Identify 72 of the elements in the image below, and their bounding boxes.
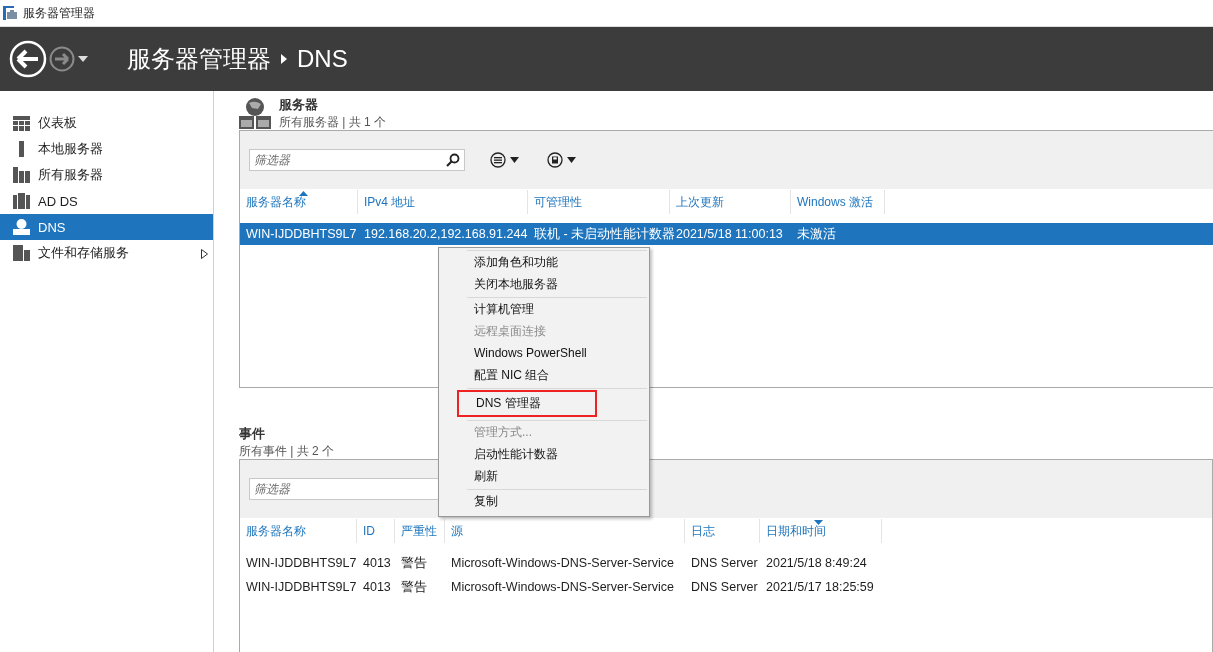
column-header[interactable]: 日期和时间: [760, 519, 882, 543]
table-cell-text: 2021/5/17 18:25:59: [765, 580, 875, 594]
window-title: 服务器管理器: [23, 4, 95, 22]
breadcrumb-item: DNS: [297, 45, 348, 73]
column-header[interactable]: 源: [445, 519, 685, 543]
table-cell-text: 2021/5/18 8:49:24: [765, 556, 868, 570]
sidebar-item[interactable]: DNS: [0, 214, 213, 240]
column-header[interactable]: 上次更新: [670, 190, 791, 214]
server-role-icon: [13, 219, 30, 235]
section-subtitle: 所有事件 | 共 2 个: [239, 443, 335, 460]
table-cell-text: 警告: [400, 578, 428, 596]
history-dropdown-icon[interactable]: [77, 55, 89, 63]
sort-arrow-icon: [298, 191, 308, 196]
table-cell-text: WIN-IJDDBHTS9L7: [245, 556, 357, 570]
back-button[interactable]: [9, 40, 47, 78]
table-cell-text: DNS Server: [690, 580, 759, 594]
column-header[interactable]: 服务器名称: [240, 519, 357, 543]
sidebar-item[interactable]: 文件和存储服务: [0, 240, 213, 266]
caret-icon: [567, 157, 576, 163]
table-cell-text: 2021/5/18 11:00:13: [675, 227, 784, 241]
table-cell-text: DNS Server: [690, 556, 759, 570]
column-header[interactable]: 可管理性: [528, 190, 670, 214]
section-subtitle: 所有服务器 | 共 1 个: [279, 114, 387, 131]
sidebar-item[interactable]: 所有服务器: [0, 162, 213, 188]
menu-item[interactable]: 刷新: [465, 466, 645, 486]
menu-item[interactable]: DNS 管理器: [457, 390, 597, 417]
sort-arrow-icon: [814, 520, 824, 525]
menu-item[interactable]: 复制: [465, 491, 645, 511]
table-cell-text: 4013: [362, 580, 392, 594]
table-cell-text: Microsoft-Windows-DNS-Server-Service: [450, 580, 675, 594]
column-header[interactable]: ID: [357, 519, 395, 543]
expand-arrow-icon[interactable]: [201, 249, 208, 259]
save-query-button[interactable]: [544, 149, 579, 171]
column-header[interactable]: Windows 激活: [791, 190, 885, 214]
table-cell-text: WIN-IJDDBHTS9L7: [245, 227, 358, 241]
breadcrumb-item: 服务器管理器: [127, 44, 271, 74]
table-cell-text: WIN-IJDDBHTS9L7: [245, 580, 357, 594]
table-row[interactable]: WIN-IJDDBHTS9L7 4013 警告 Microsoft-Windows-DNS-Server-Service DNS Server 2021/5/17 18:25:59: [240, 576, 1212, 598]
column-header[interactable]: 服务器名称: [240, 190, 358, 214]
filter-field[interactable]: 筛选器: [249, 149, 465, 171]
section-title: 事件: [239, 426, 266, 443]
sidebar-item[interactable]: AD DS: [0, 188, 213, 214]
list-view-button[interactable]: [487, 149, 522, 171]
menu-item[interactable]: Windows PowerShell: [465, 343, 645, 363]
sidebar-item[interactable]: 本地服务器: [0, 136, 213, 162]
menu-item[interactable]: 启动性能计数器: [465, 444, 645, 464]
column-header[interactable]: 严重性: [395, 519, 445, 543]
table-row[interactable]: WIN-IJDDBHTS9L7 4013 警告 Microsoft-Windows-DNS-Server-Service DNS Server 2021/5/18 8:49:24: [240, 552, 1212, 574]
table-cell-text: Microsoft-Windows-DNS-Server-Service: [450, 556, 675, 570]
list-icon: [490, 152, 506, 168]
save-icon: [547, 152, 563, 168]
server-role-icon: [13, 167, 30, 183]
menu-item[interactable]: 添加角色和功能: [465, 252, 645, 272]
table-cell-text: 192.168.20.2,192.168.91.244: [363, 227, 528, 241]
table-row[interactable]: WIN-IJDDBHTS9L7 192.168.20.2,192.168.91.244 联机 - 未启动性能计数器2021/5/18 11:00:13 未激活: [240, 223, 1213, 245]
table-cell-text: 未激活: [796, 225, 837, 243]
sidebar-item[interactable]: 仪表板: [0, 110, 213, 136]
table-cell-text: 警告: [400, 554, 428, 572]
menu-item[interactable]: 配置 NIC 组合: [465, 365, 645, 385]
caret-icon: [510, 157, 519, 163]
search-icon[interactable]: [446, 153, 460, 167]
column-header[interactable]: IPv4 地址: [358, 190, 528, 214]
breadcrumb-separator-icon: [281, 54, 287, 64]
section-title: 服务器: [279, 97, 319, 114]
server-role-icon: [13, 115, 30, 131]
app-icon: [3, 6, 17, 20]
server-role-icon: [13, 245, 30, 261]
column-header[interactable]: 日志: [685, 519, 760, 543]
menu-item[interactable]: 关闭本地服务器: [465, 274, 645, 294]
menu-item[interactable]: 计算机管理: [465, 299, 645, 319]
table-cell-text: 4013: [362, 556, 392, 570]
server-role-icon: [13, 193, 30, 209]
